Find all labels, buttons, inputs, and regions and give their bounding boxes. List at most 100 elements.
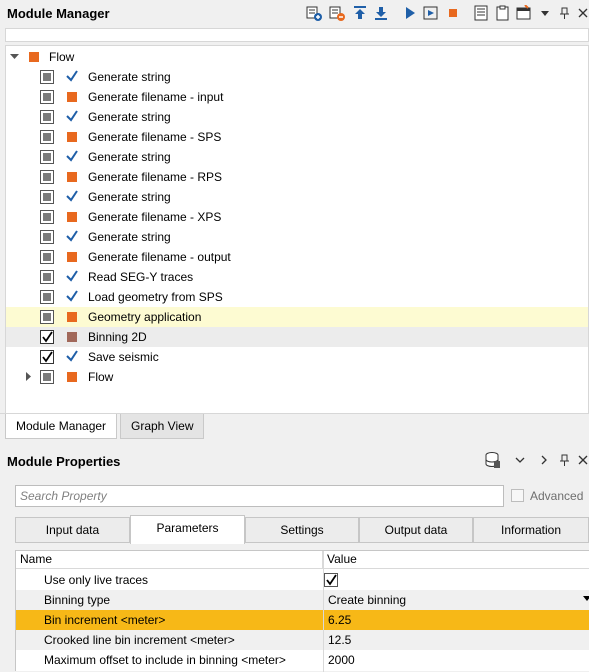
window-menu-icon[interactable] <box>516 4 532 22</box>
bin-increment-value[interactable]: 6.25 <box>328 613 351 627</box>
properties-pin-icon[interactable] <box>557 451 573 469</box>
tree-item[interactable]: Flow <box>6 367 588 387</box>
remove-module-icon[interactable] <box>329 4 345 22</box>
column-divider <box>323 551 324 672</box>
advanced-checkbox[interactable] <box>511 489 524 502</box>
property-name: Maximum offset to include in binning <me… <box>44 653 286 667</box>
property-row-selected[interactable]: Bin increment <meter> 6.25 <box>16 610 589 630</box>
tree-item-label: Generate string <box>88 110 171 124</box>
module-status-icon <box>67 312 77 322</box>
module-manager-header: Module Manager <box>0 0 589 26</box>
tree-item-label: Generate filename - SPS <box>88 130 222 144</box>
tree-item[interactable]: Geometry application <box>6 307 588 327</box>
tab-module-manager[interactable]: Module Manager <box>5 414 118 439</box>
properties-close-icon[interactable] <box>575 451 589 469</box>
enable-checkbox[interactable] <box>40 250 54 264</box>
live-traces-checkbox[interactable] <box>324 573 338 587</box>
tab-input-data[interactable]: Input data <box>15 517 130 543</box>
enable-checkbox[interactable] <box>40 170 54 184</box>
module-properties-title: Module Properties <box>7 454 121 469</box>
chevron-right-icon[interactable] <box>536 451 552 469</box>
column-header-name[interactable]: Name <box>16 551 323 569</box>
tree-item[interactable]: Generate filename - RPS <box>6 167 588 187</box>
enable-checkbox[interactable] <box>40 330 54 344</box>
move-down-icon[interactable] <box>373 4 389 22</box>
tree-toolbar-strip <box>5 28 589 42</box>
tree-item-label: Flow <box>88 370 114 384</box>
tree-item-label: Generate string <box>88 70 171 84</box>
tree-item-label: Generate filename - RPS <box>88 170 223 184</box>
max-offset-value[interactable]: 2000 <box>328 653 355 667</box>
tree-root-row[interactable]: Flow <box>6 47 588 67</box>
log-icon[interactable] <box>473 4 489 22</box>
pin-icon[interactable] <box>557 4 573 22</box>
dropdown-icon[interactable] <box>537 4 553 22</box>
property-name: Crooked line bin increment <meter> <box>44 633 235 647</box>
tree-item[interactable]: Generate filename - SPS <box>6 127 588 147</box>
tree-item[interactable]: Read SEG-Y traces <box>6 267 588 287</box>
clipboard-icon[interactable] <box>495 4 511 22</box>
enable-checkbox[interactable] <box>40 110 54 124</box>
enable-checkbox[interactable] <box>40 370 54 384</box>
enable-checkbox[interactable] <box>40 90 54 104</box>
enable-checkbox[interactable] <box>40 70 54 84</box>
run-icon[interactable] <box>402 4 418 22</box>
enable-checkbox[interactable] <box>40 190 54 204</box>
tree-item[interactable]: Generate string <box>6 107 588 127</box>
checkmark-icon <box>326 574 337 586</box>
tab-parameters[interactable]: Parameters <box>130 515 245 544</box>
dropdown-arrow-icon[interactable] <box>583 596 589 601</box>
expand-arrow-icon[interactable] <box>24 372 33 381</box>
module-status-icon <box>67 212 77 222</box>
crooked-bin-increment-value[interactable]: 12.5 <box>328 633 351 647</box>
completed-check-icon <box>65 349 79 363</box>
tree-item[interactable]: Load geometry from SPS <box>6 287 588 307</box>
tree-item[interactable]: Generate string <box>6 227 588 247</box>
module-status-icon <box>67 172 77 182</box>
binning-type-select[interactable]: Create binning <box>328 593 406 607</box>
enable-checkbox[interactable] <box>40 150 54 164</box>
flow-tree[interactable]: Flow Generate string Generate filename - … <box>5 45 589 413</box>
property-name: Use only live traces <box>44 573 149 587</box>
search-property-input[interactable]: Search Property <box>15 485 504 507</box>
advanced-label: Advanced <box>530 489 584 503</box>
completed-check-icon <box>65 109 79 123</box>
property-name: Bin increment <meter> <box>44 613 166 627</box>
tree-item[interactable]: Generate string <box>6 67 588 87</box>
tree-item[interactable]: Generate filename - XPS <box>6 207 588 227</box>
move-up-icon[interactable] <box>352 4 368 22</box>
tree-root-label: Flow <box>49 50 75 64</box>
tree-item[interactable]: Generate filename - output <box>6 247 588 267</box>
tree-item-label: Generate string <box>88 150 171 164</box>
database-icon[interactable] <box>484 451 500 469</box>
tree-item[interactable]: Generate string <box>6 187 588 207</box>
enable-checkbox[interactable] <box>40 310 54 324</box>
tree-item[interactable]: Generate string <box>6 147 588 167</box>
enable-checkbox[interactable] <box>40 290 54 304</box>
tree-item[interactable]: Save seismic <box>6 347 588 367</box>
property-row[interactable]: Use only live traces <box>16 570 589 590</box>
tab-graph-view[interactable]: Graph View <box>120 414 205 439</box>
property-row[interactable]: Maximum offset to include in binning <me… <box>16 650 589 670</box>
enable-checkbox[interactable] <box>40 130 54 144</box>
tab-settings[interactable]: Settings <box>245 517 359 543</box>
enable-checkbox[interactable] <box>40 270 54 284</box>
stop-icon[interactable] <box>445 4 461 22</box>
enable-checkbox[interactable] <box>40 350 54 364</box>
property-name: Binning type <box>44 593 111 607</box>
enable-checkbox[interactable] <box>40 230 54 244</box>
add-module-icon[interactable] <box>306 4 322 22</box>
completed-check-icon <box>65 289 79 303</box>
run-step-icon[interactable] <box>423 4 439 22</box>
property-row[interactable]: Crooked line bin increment <meter> 12.5 <box>16 630 589 650</box>
close-icon[interactable] <box>575 4 589 22</box>
collapse-arrow-icon[interactable] <box>10 52 19 61</box>
chevron-down-icon[interactable] <box>512 451 528 469</box>
column-header-value[interactable]: Value <box>323 551 589 569</box>
tree-item[interactable]: Generate filename - input <box>6 87 588 107</box>
property-row[interactable]: Binning type Create binning <box>16 590 589 610</box>
tab-information[interactable]: Information <box>473 517 589 543</box>
tab-output-data[interactable]: Output data <box>359 517 473 543</box>
enable-checkbox[interactable] <box>40 210 54 224</box>
tree-item[interactable]: Binning 2D <box>6 327 588 347</box>
